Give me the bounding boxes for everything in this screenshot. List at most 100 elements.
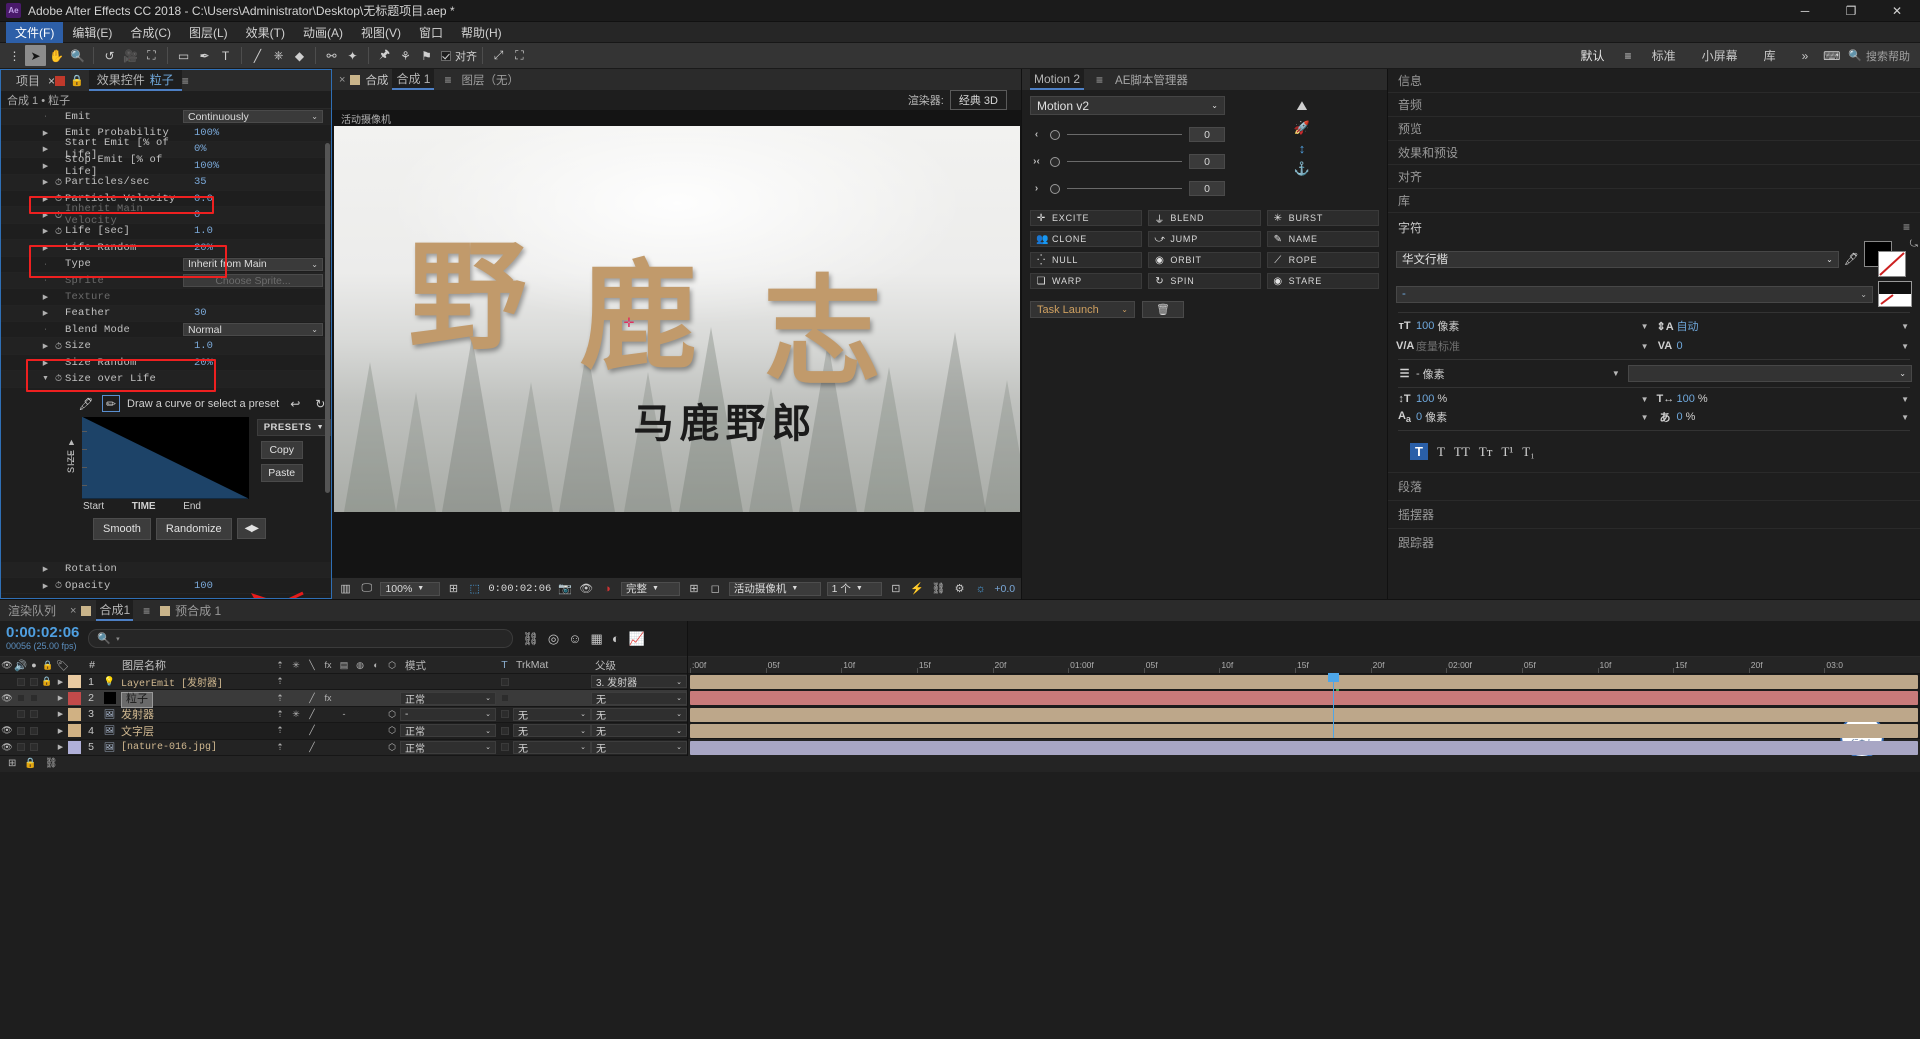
search-help-box[interactable]: 🔍 搜索帮助 (1842, 48, 1920, 64)
hand-tool-icon[interactable]: ✋ (46, 45, 67, 66)
effect-row-value[interactable]: 0 (191, 209, 331, 221)
randomize-button[interactable]: Randomize (155, 517, 232, 540)
layer-parent-cell[interactable]: 无 ⌄ (591, 707, 687, 722)
layer-name[interactable]: 发射器 (119, 706, 272, 722)
fast-preview-icon[interactable]: ⚡ (909, 582, 924, 595)
layer-visibility-icon[interactable]: 👁 (0, 742, 14, 753)
undo-icon[interactable]: ↩ (286, 395, 304, 412)
stroke-type-select[interactable]: ⌄ (1627, 365, 1912, 382)
chevron-down-icon[interactable]: ▼ (1641, 342, 1652, 351)
minimize-button[interactable]: ─ (1782, 0, 1828, 21)
layer-label-color[interactable] (67, 740, 82, 754)
layer-t-toggle[interactable] (496, 726, 513, 735)
chevron-right-icon[interactable]: ▶ (39, 195, 52, 203)
workspace-library[interactable]: 库 (1751, 43, 1789, 68)
chevron-down-icon[interactable]: ▼ (1901, 322, 1912, 331)
chevron-right-icon[interactable]: ▶ (39, 359, 52, 367)
stopwatch-icon[interactable]: ⏱ (52, 226, 65, 237)
toggle-transparency-icon[interactable]: ▥ (338, 582, 353, 595)
layer-label-color[interactable] (67, 691, 82, 705)
chevron-right-icon[interactable]: · (39, 326, 52, 333)
effect-row[interactable]: ▼ ⏱ Size over Life (1, 371, 331, 388)
kerning-field[interactable]: V/A 度量标准 ▼ (1396, 338, 1652, 354)
channel-rgb-icon[interactable]: ◑ (600, 583, 615, 595)
layer-trkmat-cell[interactable]: 无 ⌄ (513, 707, 591, 722)
layer-switches[interactable]: ⇡ (272, 676, 400, 687)
motion-slider-row[interactable]: › 0 (1030, 181, 1225, 196)
layer-mode-cell[interactable]: 正常 ⌄ (400, 740, 496, 755)
sidebar-panel-4[interactable]: 对齐 (1388, 165, 1920, 189)
effect-row-value[interactable]: 100 (191, 580, 331, 592)
motion-panel-menu-icon[interactable]: ≡ (1096, 73, 1103, 87)
layer-bar[interactable] (690, 724, 1918, 739)
layer-name[interactable]: [nature-016.jpg] (119, 742, 272, 753)
layer-t-toggle[interactable] (496, 710, 513, 719)
layer-label-color[interactable] (67, 707, 82, 721)
composition-viewer[interactable]: 野 鹿 志 马鹿野郎 ✛ (332, 126, 1021, 577)
camera-tool-icon[interactable]: 🎥 (120, 45, 141, 66)
layer-trkmat-cell[interactable]: 无 ⌄ (513, 740, 591, 755)
chevron-right-icon[interactable]: ▶ (39, 565, 52, 573)
chevron-right-icon[interactable]: ▶ (39, 162, 52, 170)
text-style-button-5[interactable]: T₁ (1522, 444, 1534, 460)
vertical-scale-field[interactable]: ↕T 100 % ▼ (1396, 393, 1652, 405)
chevron-right-icon[interactable]: ▶ (39, 145, 52, 153)
chevron-right-icon[interactable]: ▶ (39, 582, 52, 590)
eyedropper-icon[interactable]: 🖋 (77, 395, 95, 412)
layer-switches[interactable]: ⇡ ╱ fx (272, 693, 400, 704)
snapshot-icon[interactable]: 📷 (557, 582, 572, 595)
composition-mini-flowchart-icon[interactable]: ⛓ (522, 631, 539, 647)
curve-canvas[interactable] (81, 416, 249, 499)
resolution-icon[interactable]: ⊞ (446, 582, 461, 595)
type-tool-icon[interactable]: T (215, 45, 236, 66)
panel-menu-icon[interactable]: ≡ (182, 74, 189, 88)
motion-blur-icon[interactable]: ◐ (612, 631, 620, 646)
tab-effect-controls[interactable]: 效果控件 粒子 (88, 70, 182, 91)
grid-guides-icon[interactable]: ⊞ (686, 582, 701, 595)
timeline-link-icon[interactable]: ⛓ (931, 582, 946, 595)
slider-track[interactable] (1067, 161, 1182, 162)
layer-bar[interactable] (690, 707, 1918, 722)
font-family-select[interactable]: 华文行楷 ⌄ (1396, 250, 1839, 268)
layer-visibility-icon[interactable]: 👁 (0, 725, 14, 736)
text-style-button-4[interactable]: T¹ (1501, 444, 1513, 460)
effect-row[interactable]: ▶ ⏱ Opacity 100 (1, 578, 331, 595)
table-row[interactable]: 👁 ▶ 5 🖼 [nature-016.jpg] ⇡ ╱ ⬡ 正常 ⌄ 无 ⌄ 无 ⌄ (0, 739, 687, 756)
no-fill-swatch[interactable] (1878, 281, 1912, 307)
curve-stepper-button[interactable]: ◀▶ (236, 518, 266, 540)
time-ruler[interactable]: :00f 05f 10f 15f 20f 01:00f 05f 10f 15f 20f 02:00f… (688, 657, 1920, 674)
layer-parent-cell[interactable]: 无 ⌄ (591, 724, 687, 738)
status-toggle-icon[interactable]: ⊞ (8, 758, 16, 769)
character-panel-menu-icon[interactable]: ≡ (1903, 220, 1910, 234)
motion-button-spin[interactable]: ↻ SPIN (1148, 273, 1261, 289)
workspace-menu-icon[interactable]: ≡ (1618, 45, 1639, 66)
chevron-down-icon[interactable]: ▼ (1641, 413, 1652, 422)
monitor-icon[interactable]: 🖵 (359, 582, 374, 595)
effect-row-dropdown[interactable]: Normal ⌄ (183, 323, 323, 337)
motion-button-warp[interactable]: ❏ WARP (1030, 273, 1143, 289)
effect-row-value[interactable]: 100% (191, 127, 331, 139)
sidebar-panel-2[interactable]: 预览 (1388, 117, 1920, 141)
workspace-small-screen[interactable]: 小屏幕 (1689, 43, 1751, 68)
effect-row-value[interactable]: 35 (191, 176, 331, 188)
layer-audio-toggle[interactable] (14, 743, 27, 752)
workspace-standard[interactable]: 标准 (1639, 43, 1689, 68)
updown-arrow-icon[interactable]: ↕ (1299, 141, 1306, 156)
layer-lock-icon[interactable]: 🔒 (40, 676, 54, 687)
stroke-color-swatch[interactable] (1878, 251, 1906, 277)
menu-window[interactable]: 窗口 (410, 22, 452, 43)
selection-tool-icon[interactable]: ➤ (25, 45, 46, 66)
menu-help[interactable]: 帮助(H) (452, 22, 511, 43)
delete-button[interactable]: 🗑 (1142, 301, 1184, 318)
motion-button-rope[interactable]: ⟋ ROPE (1266, 252, 1379, 268)
motion-slider-row[interactable]: ›‹ 0 (1030, 154, 1225, 169)
chevron-down-icon[interactable]: ▼ (1641, 322, 1652, 331)
pencil-icon[interactable]: ✏ (102, 395, 120, 413)
leading-field[interactable]: ⇕A 自动 ▼ (1657, 318, 1913, 334)
exposure-value[interactable]: +0.0 (994, 583, 1015, 595)
menu-animation[interactable]: 动画(A) (294, 22, 352, 43)
motion-version-select[interactable]: Motion v2 ⌄ (1030, 96, 1225, 115)
layer-t-toggle[interactable] (496, 694, 513, 703)
chevron-right-icon[interactable]: ▶ (39, 211, 52, 219)
snapping-checkbox-icon[interactable] (441, 50, 451, 61)
